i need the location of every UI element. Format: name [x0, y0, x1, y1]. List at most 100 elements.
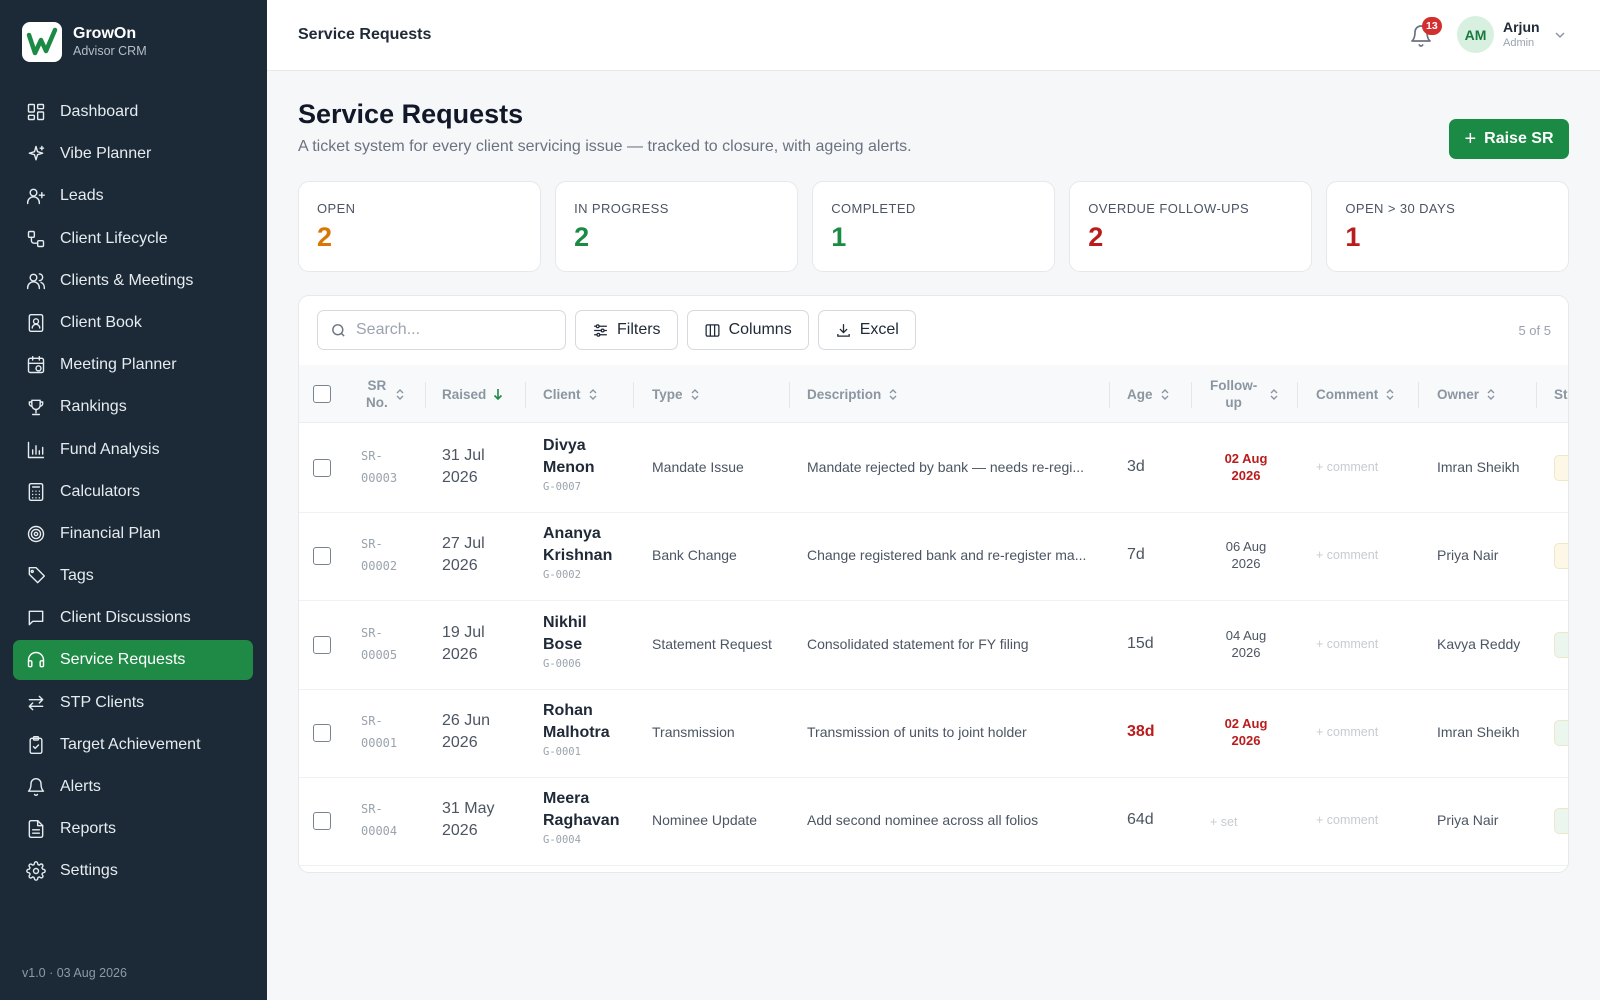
user-menu[interactable]: AM Arjun Admin: [1457, 16, 1566, 53]
followup-date[interactable]: 02 Aug 2026: [1211, 715, 1281, 749]
sr-number[interactable]: SR- 00004: [361, 798, 397, 842]
client-cell[interactable]: Meera Raghavan G-0004: [543, 788, 619, 846]
sidebar-item-client-discussions[interactable]: Client Discussions: [13, 598, 253, 638]
status-badge[interactable]: [1554, 455, 1568, 481]
raise-sr-button[interactable]: + Raise SR: [1449, 119, 1569, 159]
client-cell[interactable]: Divya Menon G-0007: [543, 435, 595, 493]
add-comment-link[interactable]: + comment: [1316, 813, 1378, 827]
sidebar-item-target-achievement[interactable]: Target Achievement: [13, 725, 253, 765]
column-raised[interactable]: Raised: [442, 365, 503, 423]
status-badge[interactable]: [1554, 631, 1568, 658]
users-icon: [26, 272, 46, 289]
sidebar-item-clients-meetings[interactable]: Clients & Meetings: [13, 261, 253, 301]
sidebar-item-settings[interactable]: Settings: [13, 851, 253, 891]
sr-number[interactable]: SR- 00001: [361, 710, 397, 754]
status-badge[interactable]: [1554, 719, 1568, 746]
stat-card-completed[interactable]: COMPLETED 1: [812, 181, 1055, 272]
sidebar-item-label: Service Requests: [60, 651, 186, 669]
sidebar-item-label: Settings: [60, 862, 118, 880]
filters-button[interactable]: Filters: [575, 310, 678, 350]
table-row[interactable]: SR- 00002 27 Jul 2026 Ananya Krishnan G-0002 Ba…: [299, 511, 1568, 602]
sidebar-item-alerts[interactable]: Alerts: [13, 767, 253, 807]
sidebar-item-reports[interactable]: Reports: [13, 809, 253, 849]
column-status[interactable]: St: [1554, 365, 1568, 423]
column-age[interactable]: Age: [1127, 365, 1170, 423]
brand[interactable]: GrowOn Advisor CRM: [22, 22, 147, 62]
client-cell[interactable]: Ananya Krishnan G-0002: [543, 523, 612, 581]
sidebar-item-client-lifecycle[interactable]: Client Lifecycle: [13, 219, 253, 259]
transfer-icon: [28, 695, 44, 710]
add-comment-link[interactable]: + comment: [1316, 460, 1378, 474]
sidebar-item-leads[interactable]: Leads: [13, 176, 253, 216]
select-all-checkbox[interactable]: [313, 385, 331, 403]
followup-date[interactable]: 02 Aug 2026: [1211, 450, 1281, 484]
sidebar-item-client-book[interactable]: Client Book: [13, 303, 253, 343]
followup-date[interactable]: 06 Aug 2026: [1211, 538, 1281, 572]
raised-day: 19 Jul: [442, 623, 485, 641]
followup-date[interactable]: + set: [1210, 814, 1280, 831]
sr-number[interactable]: SR- 00005: [361, 622, 397, 666]
sidebar-item-label: Tags: [60, 567, 94, 585]
sidebar-item-vibe-planner[interactable]: Vibe Planner: [13, 134, 253, 174]
stat-card-open-30-days[interactable]: OPEN > 30 DAYS 1: [1326, 181, 1569, 272]
row-checkbox[interactable]: [313, 459, 331, 477]
row-checkbox[interactable]: [313, 635, 331, 654]
sidebar-item-tags[interactable]: Tags: [13, 556, 253, 596]
sr-number[interactable]: SR- 00003: [361, 445, 397, 489]
add-comment-link[interactable]: + comment: [1316, 725, 1378, 739]
columns-button[interactable]: Columns: [686, 310, 809, 350]
sr-number-digits: 00002: [361, 559, 398, 574]
sidebar-item-dashboard[interactable]: Dashboard: [13, 92, 253, 132]
column-comment[interactable]: Comment: [1316, 365, 1395, 423]
search-input[interactable]: [356, 321, 556, 339]
columns-label: Columns: [728, 321, 792, 338]
status-badge[interactable]: [1554, 808, 1568, 835]
client-cell[interactable]: Nikhil Bose G-0006: [543, 612, 587, 670]
column-sr-no[interactable]: SR No.: [366, 365, 405, 423]
followup-day: 04 Aug: [1225, 627, 1267, 643]
sparkle-icon: [28, 145, 45, 161]
row-checkbox[interactable]: [313, 547, 331, 566]
table-row[interactable]: SR- 00004 31 May 2026 Meera Raghavan G-0004 Nom…: [299, 776, 1568, 867]
table-row[interactable]: SR- 00003 31 Jul 2026 Divya Menon G-0007 Mandat…: [299, 423, 1568, 513]
followup-date[interactable]: 04 Aug 2026: [1211, 627, 1281, 661]
sidebar-item-calculators[interactable]: Calculators: [13, 472, 253, 512]
select-all-checkbox-cell: [313, 365, 331, 423]
sr-number-prefix: SR-: [361, 449, 383, 463]
sr-number-prefix: SR-: [361, 537, 383, 552]
excel-export-button[interactable]: Excel: [817, 310, 916, 350]
stat-card-overdue-follow-ups[interactable]: OVERDUE FOLLOW-UPS 2: [1069, 181, 1312, 272]
status-badge[interactable]: [1554, 543, 1568, 570]
stat-card-open[interactable]: OPEN 2: [298, 181, 541, 272]
column-owner[interactable]: Owner: [1437, 365, 1496, 423]
search-box[interactable]: [317, 310, 566, 350]
sr-number[interactable]: SR- 00002: [361, 533, 397, 577]
sidebar-item-service-requests[interactable]: Service Requests: [13, 640, 253, 681]
sidebar-item-stp-clients[interactable]: STP Clients: [13, 683, 253, 723]
column-type[interactable]: Type: [652, 365, 700, 423]
columns-icon: [705, 323, 720, 337]
column-followup[interactable]: Follow-up: [1210, 365, 1279, 423]
sidebar-item-financial-plan[interactable]: Financial Plan: [13, 514, 253, 554]
sidebar-item-rankings[interactable]: Rankings: [13, 387, 253, 427]
sidebar-item-meeting-planner[interactable]: Meeting Planner: [13, 345, 253, 385]
table-toolbar: Filters Columns Excel: [317, 310, 916, 350]
bar-chart-icon: [27, 441, 45, 458]
client-first-name: Ananya: [543, 525, 601, 543]
table-row[interactable]: SR- 00001 26 Jun 2026 Rohan Malhotra G-0001 Tra…: [299, 688, 1568, 778]
row-checkbox[interactable]: [313, 812, 331, 831]
sidebar-item-fund-analysis[interactable]: Fund Analysis: [13, 430, 253, 470]
search-icon: [332, 323, 345, 337]
add-comment-link[interactable]: + comment: [1316, 637, 1378, 651]
message-icon: [28, 610, 44, 626]
client-cell[interactable]: Rohan Malhotra G-0001: [543, 700, 610, 758]
add-comment-link[interactable]: + comment: [1316, 548, 1378, 562]
clipboard-check-icon: [29, 735, 43, 754]
row-checkbox[interactable]: [313, 723, 331, 742]
gear-icon: [26, 861, 46, 882]
stat-card-in-progress[interactable]: IN PROGRESS 2: [555, 181, 798, 272]
column-description[interactable]: Description: [807, 365, 898, 423]
table-row[interactable]: SR- 00005 19 Jul 2026 Nikhil Bose G-0006 Statem…: [299, 600, 1568, 690]
stat-label: COMPLETED: [831, 201, 916, 216]
column-client[interactable]: Client: [543, 365, 598, 423]
